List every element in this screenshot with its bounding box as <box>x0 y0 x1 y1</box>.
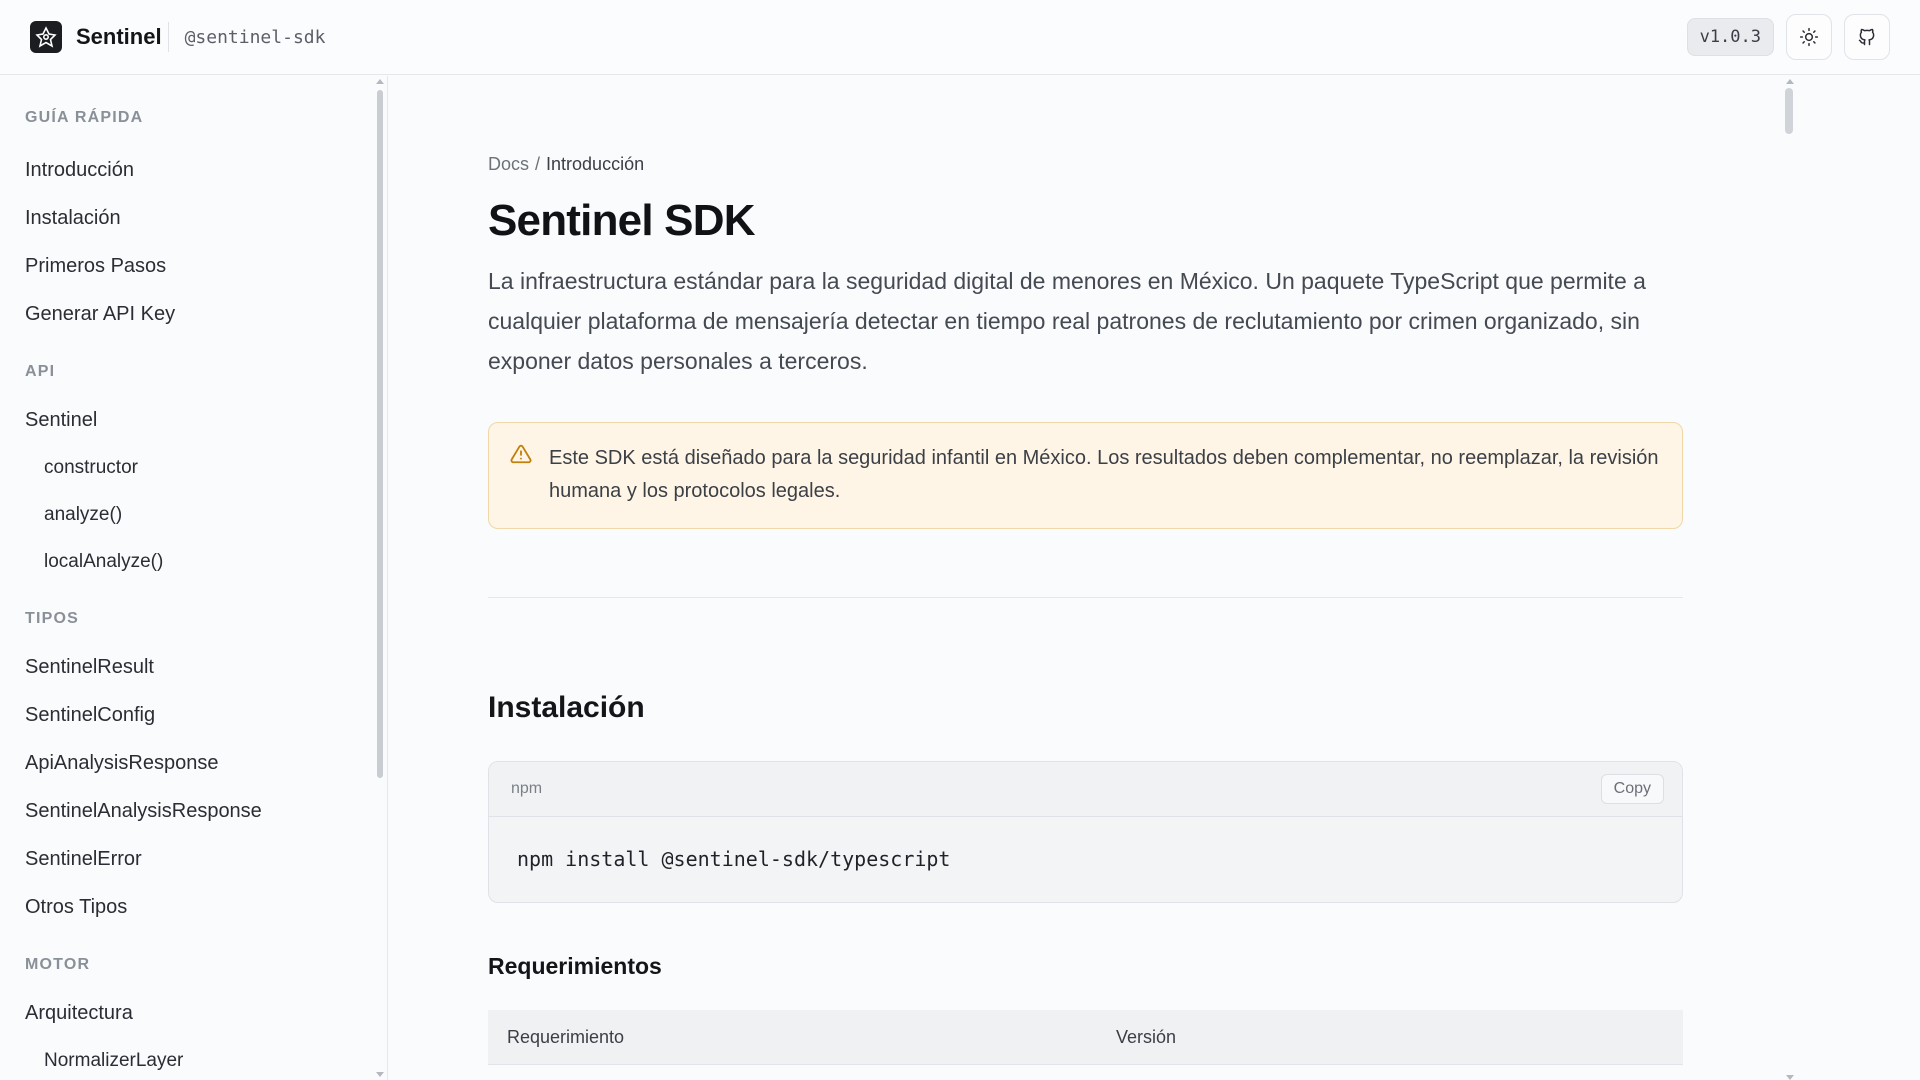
package-name: @sentinel-sdk <box>184 26 326 48</box>
sidebar-section-motor: MOTOR <box>25 956 91 973</box>
sidebar-section-tipos: TIPOS <box>25 610 80 627</box>
column-header-requerimiento: Requerimiento <box>507 1027 625 1047</box>
copy-button[interactable]: Copy <box>1600 774 1664 804</box>
version-badge[interactable]: v1.0.3 <box>1686 18 1774 56</box>
brand-name: Sentinel <box>76 24 162 49</box>
sidebar-item-constructor[interactable]: constructor <box>25 444 387 491</box>
breadcrumb-separator: / <box>535 154 541 174</box>
requirements-table-header: Requerimiento Versión <box>488 1010 1683 1065</box>
scroll-up-arrow-icon[interactable] <box>376 79 384 84</box>
main-content: Docs / Introducción Sentinel SDK La infrae… <box>389 76 1920 1080</box>
page-title: Sentinel SDK <box>488 196 755 245</box>
section-heading-instalacion: Instalación <box>488 691 645 724</box>
warning-triangle-icon <box>510 443 532 476</box>
install-command[interactable]: npm install @sentinel-sdk/typescript <box>489 817 1682 871</box>
sidebar-item-local-analyze[interactable]: localAnalyze() <box>25 538 387 585</box>
sidebar-item-sentinel-error[interactable]: SentinelError <box>25 835 387 883</box>
sidebar-section-guia-rapida: GUÍA RÁPIDA <box>25 109 144 126</box>
sidebar-item-otros-tipos[interactable]: Otros Tipos <box>25 883 387 931</box>
sidebar-item-sentinel-config[interactable]: SentinelConfig <box>25 691 387 739</box>
sidebar-item-arquitectura[interactable]: Arquitectura <box>25 989 387 1037</box>
sentinel-logo-icon <box>30 21 62 53</box>
sidebar-item-sentinel-result[interactable]: SentinelResult <box>25 643 387 691</box>
scroll-down-arrow-icon[interactable] <box>376 1072 384 1077</box>
top-header: Sentinel @sentinel-sdk v1.0.3 <box>0 0 1920 75</box>
github-button[interactable] <box>1844 14 1890 60</box>
sidebar-item-sentinel-analysis-response[interactable]: SentinelAnalysisResponse <box>25 787 387 835</box>
sun-icon <box>1799 27 1819 47</box>
sidebar-scroll-thumb[interactable] <box>377 90 383 778</box>
callout-text: Este SDK está diseñado para la seguridad… <box>549 447 1659 502</box>
sidebar-item-analyze[interactable]: analyze() <box>25 491 387 538</box>
sidebar-item-api-analysis-response[interactable]: ApiAnalysisResponse <box>25 739 387 787</box>
brand[interactable]: Sentinel <box>30 21 162 53</box>
breadcrumb: Docs / Introducción <box>488 154 644 175</box>
section-heading-requerimientos: Requerimientos <box>488 953 662 979</box>
main-scroll-down-arrow-icon[interactable] <box>1786 1075 1794 1080</box>
intro-paragraph: La infraestructura estándar para la segu… <box>488 268 1646 374</box>
sidebar-item-sentinel[interactable]: Sentinel <box>25 396 387 444</box>
main-scroll-thumb[interactable] <box>1785 88 1793 134</box>
code-block-header: npm Copy <box>489 762 1682 817</box>
main-scroll-up-arrow-icon[interactable] <box>1786 79 1794 84</box>
sidebar-item-instalacion[interactable]: Instalación <box>25 194 387 242</box>
sidebar-item-primeros-pasos[interactable]: Primeros Pasos <box>25 242 387 290</box>
theme-toggle-button[interactable] <box>1786 14 1832 60</box>
breadcrumb-docs-link[interactable]: Docs <box>488 154 529 174</box>
sidebar-item-generar-api-key[interactable]: Generar API Key <box>25 290 387 338</box>
header-separator <box>167 22 169 52</box>
column-header-version: Versión <box>1116 1027 1177 1047</box>
code-language-label: npm <box>511 780 543 797</box>
sidebar-item-introduccion[interactable]: Introducción <box>25 146 387 194</box>
section-divider <box>488 597 1683 598</box>
docs-sidebar: GUÍA RÁPIDA Introducción Instalación Pri… <box>0 76 388 1080</box>
github-icon <box>1858 28 1875 46</box>
sidebar-item-normalizer-layer[interactable]: NormalizerLayer <box>25 1037 387 1080</box>
install-code-block: npm Copy npm install @sentinel-sdk/types… <box>488 761 1683 903</box>
sidebar-section-api: API <box>25 363 56 380</box>
warning-callout: Este SDK está diseñado para la seguridad… <box>488 422 1683 529</box>
breadcrumb-current: Introducción <box>546 154 645 174</box>
